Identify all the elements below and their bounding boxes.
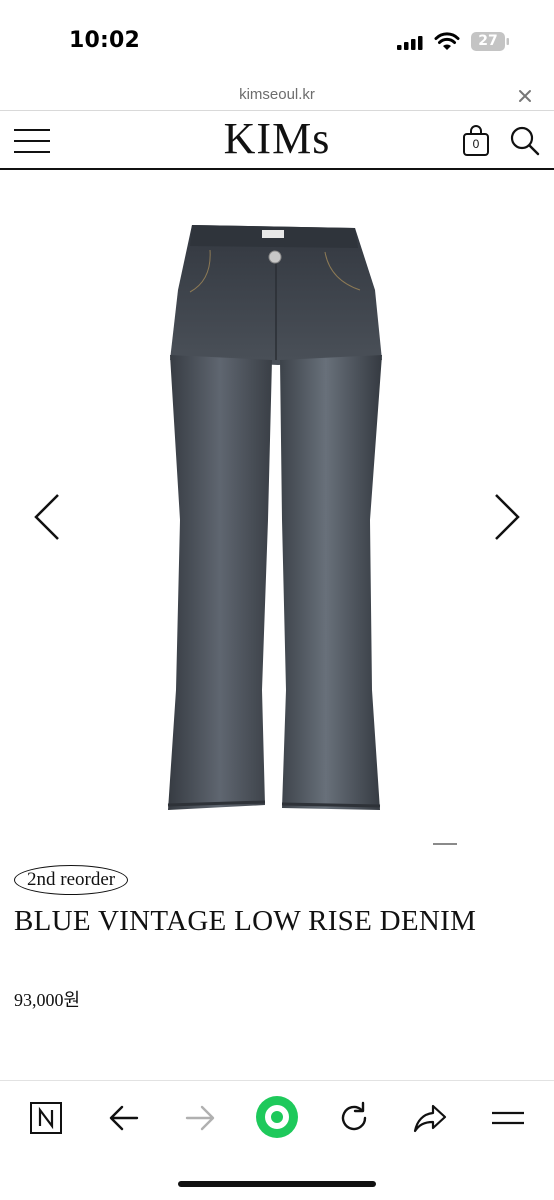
address-bar[interactable]: kimseoul.kr (0, 80, 554, 110)
cart-button[interactable]: 0 (462, 125, 490, 157)
back-arrow-icon[interactable] (104, 1098, 144, 1138)
url-text[interactable]: kimseoul.kr (0, 86, 554, 103)
forward-arrow-icon[interactable] (180, 1098, 220, 1138)
share-icon[interactable] (410, 1098, 450, 1138)
wifi-icon (434, 32, 460, 50)
home-indicator (178, 1181, 376, 1187)
naver-n-icon[interactable] (26, 1098, 66, 1138)
cart-count: 0 (472, 137, 480, 151)
reload-icon[interactable] (334, 1098, 374, 1138)
status-time: 10:02 (69, 28, 141, 53)
battery-level: 27 (478, 33, 498, 49)
slide-indicator[interactable] (433, 843, 457, 845)
product-name: BLUE VINTAGE LOW RISE DENIM (14, 905, 477, 937)
close-icon[interactable] (515, 86, 535, 106)
product-gallery[interactable] (0, 170, 554, 850)
search-icon[interactable] (510, 126, 540, 156)
product-image (167, 225, 382, 810)
battery-icon: 27 (470, 31, 510, 52)
chevron-left-icon[interactable] (32, 492, 64, 542)
site-header: KIMs 0 (0, 111, 554, 169)
signal-icon (397, 36, 423, 50)
chevron-right-icon[interactable] (490, 492, 522, 542)
menu-icon[interactable] (488, 1098, 528, 1138)
product-price: 93,000원 (14, 990, 81, 1010)
green-home-icon[interactable] (254, 1094, 300, 1140)
reorder-badge: 2nd reorder (14, 865, 129, 895)
status-bar: 10:02 27 (0, 0, 554, 80)
